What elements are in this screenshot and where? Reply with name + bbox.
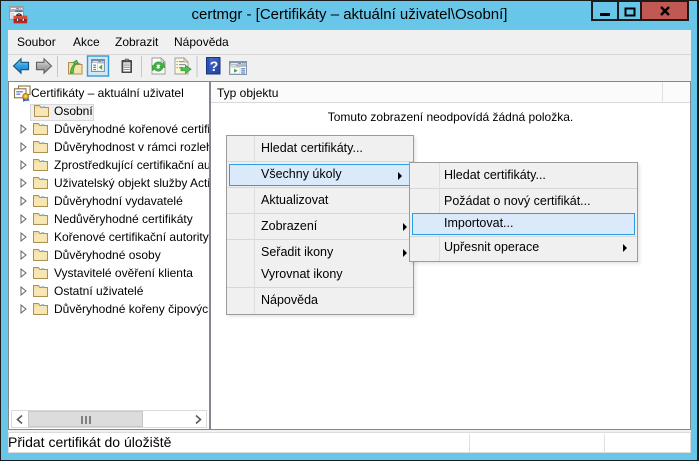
- svg-text:?: ?: [210, 58, 219, 74]
